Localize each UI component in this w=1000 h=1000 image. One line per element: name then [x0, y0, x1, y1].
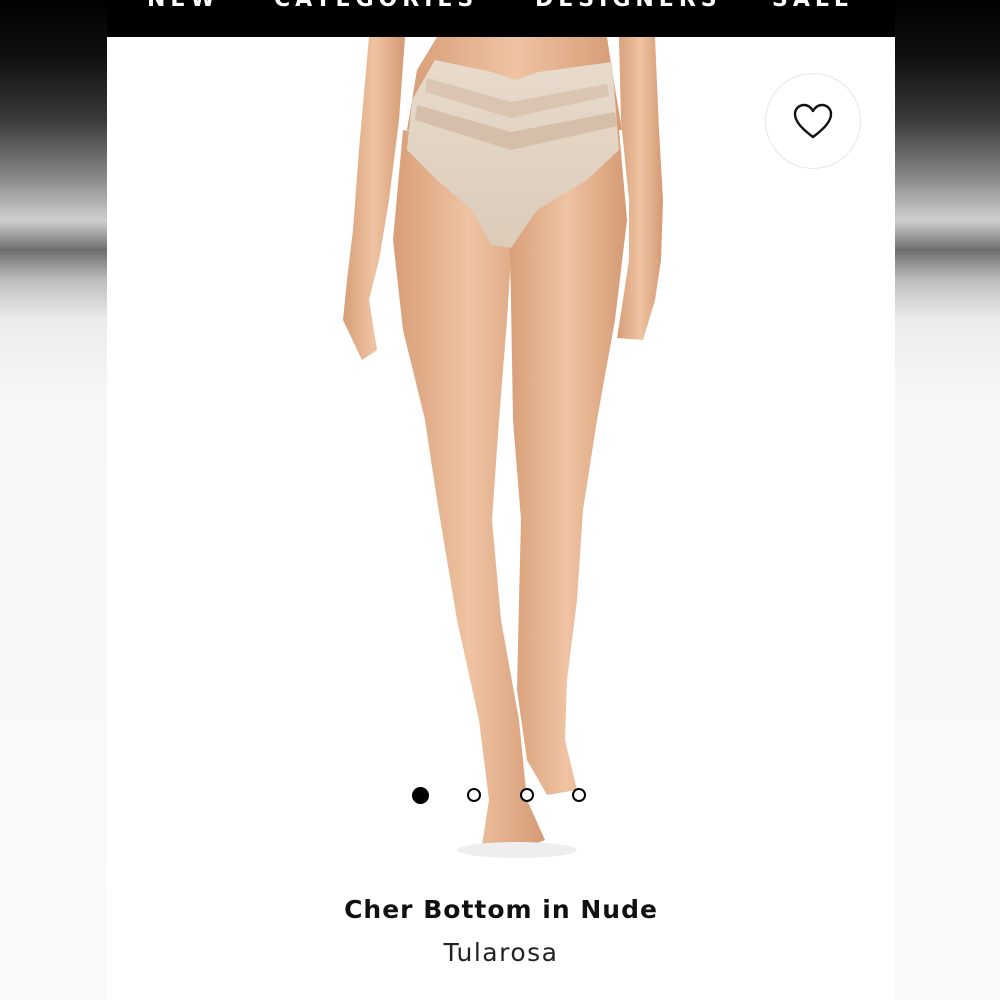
background-blur-left	[0, 0, 107, 1000]
wishlist-button[interactable]	[765, 73, 861, 169]
product-brand[interactable]: Tularosa	[107, 938, 895, 967]
nav-item-new[interactable]: NEW	[147, 0, 220, 12]
heart-icon	[793, 103, 833, 139]
carousel-dot-2[interactable]	[467, 788, 481, 802]
carousel-dot-3[interactable]	[520, 788, 534, 802]
top-navigation: NEW CATEGORIES DESIGNERS SALE	[107, 0, 895, 37]
product-title: Cher Bottom in Nude	[344, 895, 658, 924]
product-page: NEW CATEGORIES DESIGNERS SALE	[107, 0, 895, 1000]
carousel-indicator	[412, 787, 592, 806]
nav-item-sale[interactable]: SALE	[772, 0, 854, 12]
nav-item-designers[interactable]: DESIGNERS	[535, 0, 722, 12]
carousel-dot-1[interactable]	[412, 787, 429, 804]
background-blur-right	[893, 0, 1000, 1000]
nav-item-categories[interactable]: CATEGORIES	[274, 0, 478, 12]
product-image[interactable]	[107, 37, 895, 877]
carousel-dot-4[interactable]	[572, 788, 586, 802]
